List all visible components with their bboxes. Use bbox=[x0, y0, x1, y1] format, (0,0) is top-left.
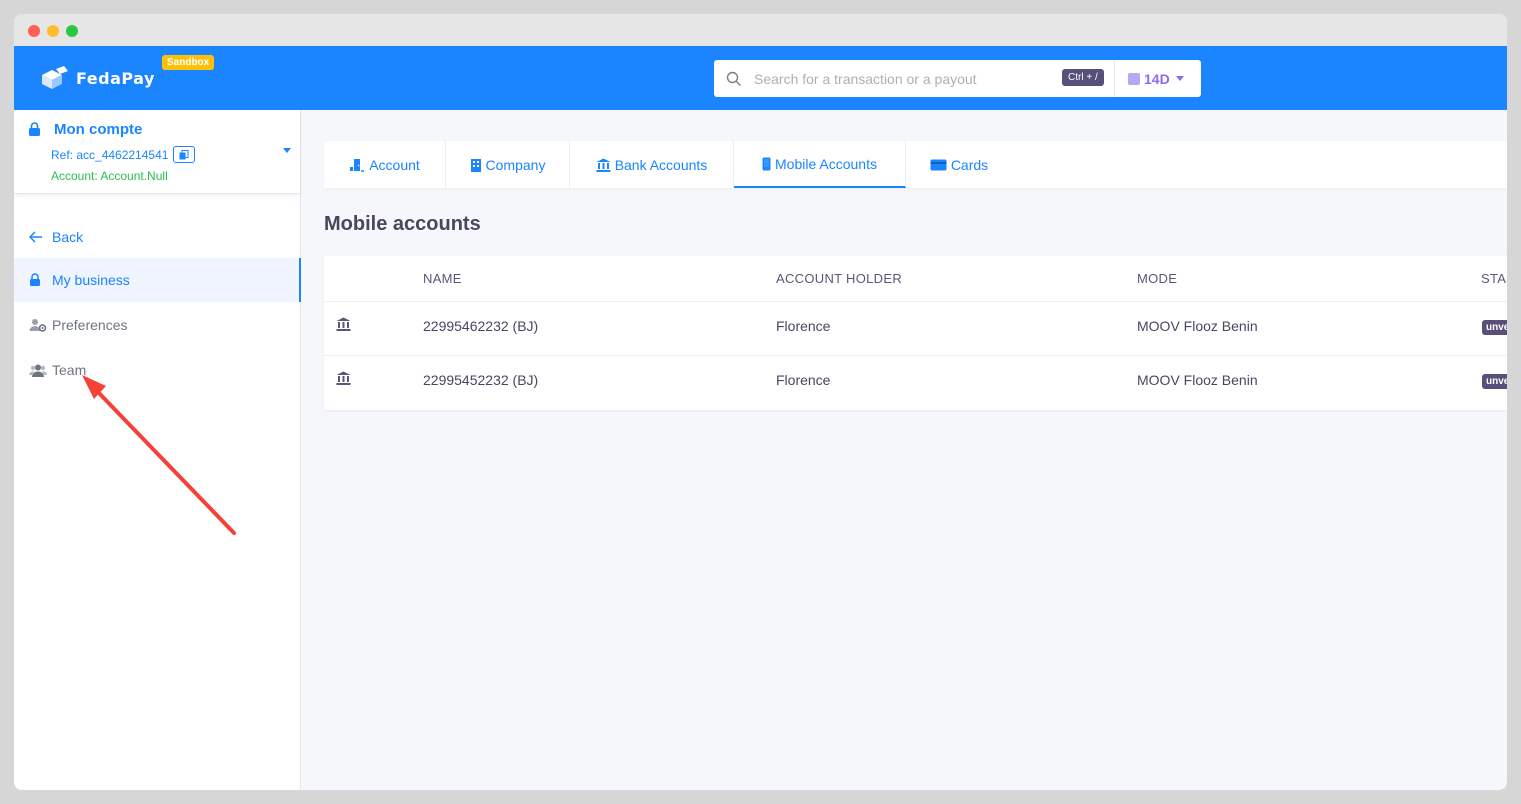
period-value: 14D bbox=[1144, 70, 1170, 87]
tab-label: Bank Accounts bbox=[614, 156, 708, 173]
sidebar: Mon compte Ref: acc_4462214541 Account: … bbox=[14, 110, 301, 790]
table-header: NAME ACCOUNT HOLDER MODE STA bbox=[324, 256, 1507, 302]
tab-mobile-accounts[interactable]: Mobile Accounts bbox=[734, 141, 906, 188]
column-header-name[interactable]: NAME bbox=[423, 271, 462, 286]
minimize-window-button[interactable] bbox=[47, 25, 59, 37]
brand-logo[interactable]: FedaPay bbox=[38, 65, 155, 91]
account-ref: Ref: acc_4462214541 bbox=[51, 146, 196, 163]
credit-card-icon bbox=[930, 159, 947, 171]
bank-icon bbox=[336, 371, 351, 390]
period-selector[interactable]: 14D bbox=[1114, 60, 1201, 97]
account-name: Account: Account.Null bbox=[51, 169, 168, 183]
cell-account-holder: Florence bbox=[776, 318, 831, 334]
cell-name: 22995452232 (BJ) bbox=[423, 372, 539, 388]
window-titlebar bbox=[14, 14, 1507, 46]
cell-mode: MOOV Flooz Benin bbox=[1137, 372, 1258, 388]
back-link[interactable]: Back bbox=[14, 215, 301, 259]
tab-label: Account bbox=[369, 156, 420, 173]
tab-label: Cards bbox=[950, 156, 989, 173]
users-icon bbox=[29, 364, 47, 377]
column-header-mode[interactable]: MODE bbox=[1137, 271, 1177, 286]
calendar-icon bbox=[1128, 72, 1140, 85]
search-icon bbox=[714, 71, 754, 87]
brand-name: FedaPay bbox=[76, 68, 155, 88]
top-header: FedaPay Sandbox Ctrl + / 14D bbox=[14, 46, 1507, 110]
user-settings-icon bbox=[29, 318, 47, 332]
tab-bank-accounts[interactable]: Bank Accounts bbox=[570, 141, 734, 188]
lock-icon bbox=[28, 122, 41, 142]
cell-account-holder: Florence bbox=[776, 372, 831, 388]
sidebar-item-label: Team bbox=[52, 362, 87, 378]
lock-icon bbox=[29, 273, 47, 287]
chevron-down-icon[interactable] bbox=[283, 148, 291, 153]
sidebar-item-team[interactable]: Team bbox=[14, 348, 301, 392]
mobile-phone-icon bbox=[762, 157, 771, 171]
column-header-status[interactable]: STA bbox=[1481, 271, 1506, 286]
building-icon bbox=[470, 158, 482, 172]
status-badge: unve bbox=[1482, 374, 1507, 389]
sidebar-item-label: My business bbox=[52, 272, 130, 288]
sidebar-item-preferences[interactable]: Preferences bbox=[14, 303, 301, 347]
maximize-window-button[interactable] bbox=[66, 25, 78, 37]
table-row[interactable]: 22995452232 (BJ) Florence MOOV Flooz Ben… bbox=[324, 356, 1507, 410]
fedapay-logo-icon bbox=[42, 66, 68, 89]
account-switcher[interactable]: Mon compte Ref: acc_4462214541 Account: … bbox=[14, 110, 300, 194]
sandbox-badge: Sandbox bbox=[162, 55, 215, 70]
keyboard-shortcut-badge: Ctrl + / bbox=[1062, 69, 1104, 86]
search-bar[interactable]: Ctrl + / 14D bbox=[714, 60, 1201, 97]
tab-cards[interactable]: Cards bbox=[906, 141, 1012, 188]
account-ref-text: Ref: acc_4462214541 bbox=[51, 147, 169, 162]
tab-company[interactable]: Company bbox=[446, 141, 570, 188]
search-input[interactable] bbox=[754, 70, 1054, 87]
bank-icon bbox=[336, 317, 351, 336]
tab-label: Company bbox=[485, 156, 546, 173]
close-window-button[interactable] bbox=[28, 25, 40, 37]
table-row[interactable]: 22995462232 (BJ) Florence MOOV Flooz Ben… bbox=[324, 302, 1507, 356]
cell-name: 22995462232 (BJ) bbox=[423, 318, 539, 334]
page-title: Mobile accounts bbox=[324, 213, 481, 235]
settings-tabs: Account Company Bank Accounts Mobile Acc… bbox=[324, 141, 1507, 188]
bank-icon bbox=[596, 158, 611, 172]
arrow-left-icon bbox=[29, 231, 47, 243]
chevron-down-icon bbox=[1175, 76, 1184, 81]
app-window: FedaPay Sandbox Ctrl + / 14D Mon compte … bbox=[14, 14, 1507, 790]
tab-account[interactable]: Account bbox=[324, 141, 446, 188]
column-header-account-holder[interactable]: ACCOUNT HOLDER bbox=[776, 271, 902, 286]
status-badge: unve bbox=[1482, 320, 1507, 335]
mobile-accounts-table: NAME ACCOUNT HOLDER MODE STA 22995462232… bbox=[324, 256, 1507, 410]
sidebar-item-label: Preferences bbox=[52, 317, 128, 333]
building-door-icon bbox=[349, 158, 365, 172]
cell-mode: MOOV Flooz Benin bbox=[1137, 318, 1258, 334]
account-title: Mon compte bbox=[54, 121, 143, 138]
sidebar-item-my-business[interactable]: My business bbox=[14, 258, 301, 302]
back-label: Back bbox=[52, 229, 84, 245]
tab-label: Mobile Accounts bbox=[775, 155, 877, 172]
copy-icon bbox=[179, 149, 189, 159]
copy-button[interactable] bbox=[173, 146, 196, 163]
